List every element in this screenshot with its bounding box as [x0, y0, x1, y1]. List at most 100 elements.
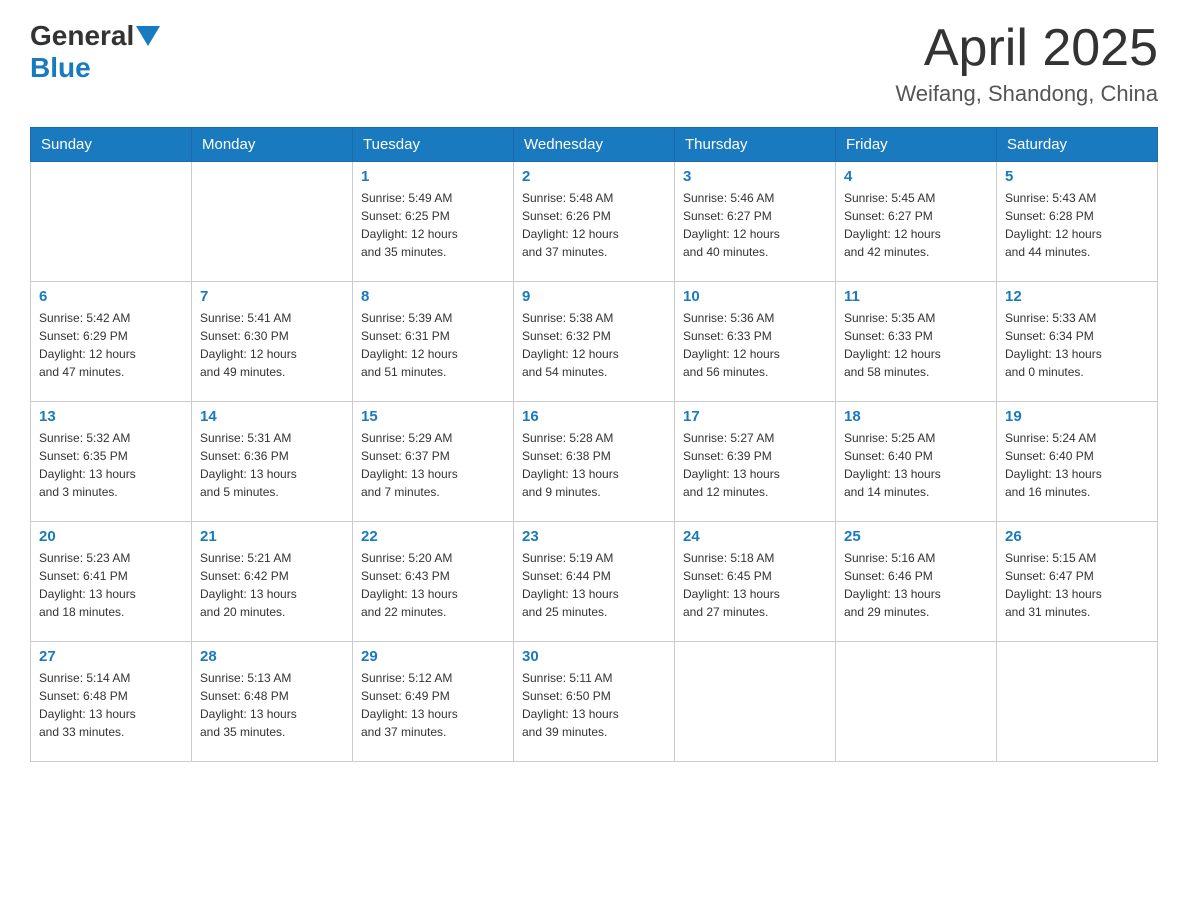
day-number: 4: [844, 168, 988, 185]
calendar-cell: 1 Sunrise: 5:49 AM Sunset: 6:25 PM Daylig…: [353, 162, 514, 282]
day-number: 15: [361, 408, 505, 425]
day-info: Sunrise: 5:33 AM Sunset: 6:34 PM Dayligh…: [1005, 309, 1149, 381]
calendar-week-3: 13 Sunrise: 5:32 AM Sunset: 6:35 PM Dayli…: [31, 402, 1158, 522]
calendar-cell: [675, 642, 836, 762]
day-info: Sunrise: 5:16 AM Sunset: 6:46 PM Dayligh…: [844, 549, 988, 621]
calendar-cell: 13 Sunrise: 5:32 AM Sunset: 6:35 PM Dayli…: [31, 402, 192, 522]
calendar-cell: 28 Sunrise: 5:13 AM Sunset: 6:48 PM Dayli…: [192, 642, 353, 762]
calendar-cell: [31, 162, 192, 282]
calendar-cell: 22 Sunrise: 5:20 AM Sunset: 6:43 PM Dayli…: [353, 522, 514, 642]
day-number: 5: [1005, 168, 1149, 185]
day-number: 12: [1005, 288, 1149, 305]
day-number: 13: [39, 408, 183, 425]
calendar-week-4: 20Sunrise: 5:23 AM Sunset: 6:41 PM Dayli…: [31, 522, 1158, 642]
day-header-sunday: Sunday: [31, 128, 192, 162]
day-info: Sunrise: 5:18 AM Sunset: 6:45 PM Dayligh…: [683, 549, 827, 621]
calendar-cell: 26 Sunrise: 5:15 AM Sunset: 6:47 PM Dayli…: [997, 522, 1158, 642]
calendar-cell: 24 Sunrise: 5:18 AM Sunset: 6:45 PM Dayli…: [675, 522, 836, 642]
day-header-saturday: Saturday: [997, 128, 1158, 162]
logo-general-text: General: [30, 20, 134, 52]
day-info: Sunrise: 5:23 AM Sunset: 6:41 PM Dayligh…: [39, 549, 183, 621]
day-info: Sunrise: 5:42 AM Sunset: 6:29 PM Dayligh…: [39, 309, 183, 381]
day-info: Sunrise: 5:36 AM Sunset: 6:33 PM Dayligh…: [683, 309, 827, 381]
calendar-cell: 9 Sunrise: 5:38 AM Sunset: 6:32 PM Daylig…: [514, 282, 675, 402]
day-info: Sunrise: 5:38 AM Sunset: 6:32 PM Dayligh…: [522, 309, 666, 381]
calendar-cell: 4 Sunrise: 5:45 AM Sunset: 6:27 PM Daylig…: [836, 162, 997, 282]
day-number: 22: [361, 528, 505, 545]
day-info: Sunrise: 5:27 AM Sunset: 6:39 PM Dayligh…: [683, 429, 827, 501]
calendar-cell: 8 Sunrise: 5:39 AM Sunset: 6:31 PM Daylig…: [353, 282, 514, 402]
day-info: Sunrise: 5:41 AM Sunset: 6:30 PM Dayligh…: [200, 309, 344, 381]
day-number: 29: [361, 648, 505, 665]
logo: General Blue: [30, 20, 162, 84]
day-header-wednesday: Wednesday: [514, 128, 675, 162]
day-info: Sunrise: 5:48 AM Sunset: 6:26 PM Dayligh…: [522, 189, 666, 261]
day-number: 8: [361, 288, 505, 305]
calendar-cell: [192, 162, 353, 282]
calendar-cell: 19 Sunrise: 5:24 AM Sunset: 6:40 PM Dayli…: [997, 402, 1158, 522]
calendar-cell: 30Sunrise: 5:11 AM Sunset: 6:50 PM Dayli…: [514, 642, 675, 762]
calendar-cell: 17 Sunrise: 5:27 AM Sunset: 6:39 PM Dayli…: [675, 402, 836, 522]
calendar-cell: 29 Sunrise: 5:12 AM Sunset: 6:49 PM Dayli…: [353, 642, 514, 762]
day-number: 19: [1005, 408, 1149, 425]
calendar-cell: 11 Sunrise: 5:35 AM Sunset: 6:33 PM Dayli…: [836, 282, 997, 402]
day-info: Sunrise: 5:20 AM Sunset: 6:43 PM Dayligh…: [361, 549, 505, 621]
calendar-cell: 6 Sunrise: 5:42 AM Sunset: 6:29 PM Daylig…: [31, 282, 192, 402]
calendar-week-5: 27 Sunrise: 5:14 AM Sunset: 6:48 PM Dayli…: [31, 642, 1158, 762]
day-info: Sunrise: 5:12 AM Sunset: 6:49 PM Dayligh…: [361, 669, 505, 741]
day-info: Sunrise: 5:28 AM Sunset: 6:38 PM Dayligh…: [522, 429, 666, 501]
day-number: 6: [39, 288, 183, 305]
day-info: Sunrise: 5:39 AM Sunset: 6:31 PM Dayligh…: [361, 309, 505, 381]
day-number: 17: [683, 408, 827, 425]
calendar-cell: [997, 642, 1158, 762]
calendar-cell: [836, 642, 997, 762]
calendar-cell: 16 Sunrise: 5:28 AM Sunset: 6:38 PM Dayli…: [514, 402, 675, 522]
day-number: 11: [844, 288, 988, 305]
day-info: Sunrise: 5:32 AM Sunset: 6:35 PM Dayligh…: [39, 429, 183, 501]
calendar-cell: 7 Sunrise: 5:41 AM Sunset: 6:30 PM Daylig…: [192, 282, 353, 402]
day-number: 21: [200, 528, 344, 545]
day-info: Sunrise: 5:46 AM Sunset: 6:27 PM Dayligh…: [683, 189, 827, 261]
day-number: 18: [844, 408, 988, 425]
day-number: 1: [361, 168, 505, 185]
calendar-cell: 5Sunrise: 5:43 AM Sunset: 6:28 PM Daylig…: [997, 162, 1158, 282]
day-number: 7: [200, 288, 344, 305]
day-number: 9: [522, 288, 666, 305]
calendar-cell: 20Sunrise: 5:23 AM Sunset: 6:41 PM Dayli…: [31, 522, 192, 642]
day-header-thursday: Thursday: [675, 128, 836, 162]
month-title: April 2025: [895, 20, 1158, 77]
logo-blue-text: Blue: [30, 52, 91, 84]
day-info: Sunrise: 5:14 AM Sunset: 6:48 PM Dayligh…: [39, 669, 183, 741]
day-number: 3: [683, 168, 827, 185]
day-number: 26: [1005, 528, 1149, 545]
calendar-cell: 27 Sunrise: 5:14 AM Sunset: 6:48 PM Dayli…: [31, 642, 192, 762]
calendar-cell: 23Sunrise: 5:19 AM Sunset: 6:44 PM Dayli…: [514, 522, 675, 642]
day-header-tuesday: Tuesday: [353, 128, 514, 162]
day-info: Sunrise: 5:31 AM Sunset: 6:36 PM Dayligh…: [200, 429, 344, 501]
page-header: General Blue April 2025 Weifang, Shandon…: [30, 20, 1158, 107]
title-section: April 2025 Weifang, Shandong, China: [895, 20, 1158, 107]
calendar-cell: 21Sunrise: 5:21 AM Sunset: 6:42 PM Dayli…: [192, 522, 353, 642]
day-number: 14: [200, 408, 344, 425]
day-info: Sunrise: 5:25 AM Sunset: 6:40 PM Dayligh…: [844, 429, 988, 501]
day-info: Sunrise: 5:45 AM Sunset: 6:27 PM Dayligh…: [844, 189, 988, 261]
calendar-cell: 12 Sunrise: 5:33 AM Sunset: 6:34 PM Dayli…: [997, 282, 1158, 402]
calendar-cell: 25Sunrise: 5:16 AM Sunset: 6:46 PM Dayli…: [836, 522, 997, 642]
calendar-cell: 18 Sunrise: 5:25 AM Sunset: 6:40 PM Dayli…: [836, 402, 997, 522]
day-number: 16: [522, 408, 666, 425]
day-info: Sunrise: 5:13 AM Sunset: 6:48 PM Dayligh…: [200, 669, 344, 741]
day-number: 24: [683, 528, 827, 545]
day-number: 30: [522, 648, 666, 665]
day-number: 28: [200, 648, 344, 665]
calendar-week-2: 6 Sunrise: 5:42 AM Sunset: 6:29 PM Daylig…: [31, 282, 1158, 402]
day-header-friday: Friday: [836, 128, 997, 162]
calendar-week-1: 1 Sunrise: 5:49 AM Sunset: 6:25 PM Daylig…: [31, 162, 1158, 282]
day-header-monday: Monday: [192, 128, 353, 162]
day-info: Sunrise: 5:49 AM Sunset: 6:25 PM Dayligh…: [361, 189, 505, 261]
day-info: Sunrise: 5:35 AM Sunset: 6:33 PM Dayligh…: [844, 309, 988, 381]
day-info: Sunrise: 5:24 AM Sunset: 6:40 PM Dayligh…: [1005, 429, 1149, 501]
day-info: Sunrise: 5:15 AM Sunset: 6:47 PM Dayligh…: [1005, 549, 1149, 621]
day-number: 27: [39, 648, 183, 665]
calendar-cell: 14 Sunrise: 5:31 AM Sunset: 6:36 PM Dayli…: [192, 402, 353, 522]
calendar-cell: 10Sunrise: 5:36 AM Sunset: 6:33 PM Dayli…: [675, 282, 836, 402]
